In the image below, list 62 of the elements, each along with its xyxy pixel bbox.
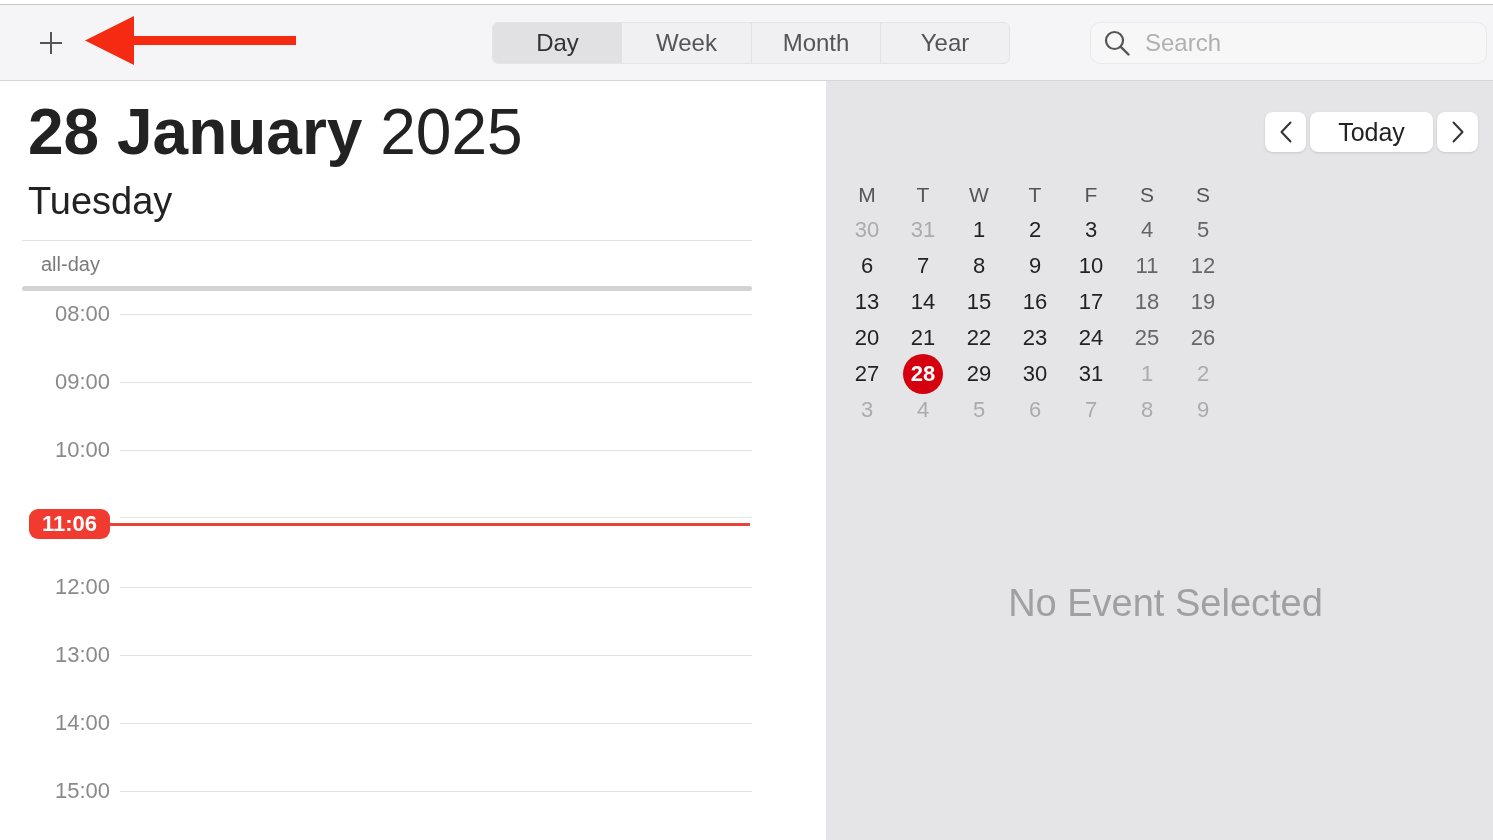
view-tab[interactable]: Week — [622, 22, 751, 63]
view-tab[interactable]: Month — [751, 22, 880, 63]
calendar-day[interactable]: 12 — [1190, 255, 1216, 277]
calendar-day[interactable]: 13 — [854, 291, 880, 313]
plus-icon — [39, 30, 63, 55]
calendar-day[interactable]: 1 — [972, 219, 986, 241]
no-event-message: No Event Selected — [1008, 584, 1323, 622]
weekday-label: S — [1196, 183, 1210, 205]
calendar-day[interactable]: 29 — [966, 363, 992, 385]
calendar-day[interactable]: 2 — [1028, 219, 1042, 241]
view-tab[interactable]: Day — [493, 22, 622, 63]
all-day-label: all-day — [41, 253, 100, 274]
calendar-day[interactable]: 8 — [972, 255, 986, 277]
hour-label: 15:00 — [53, 780, 110, 802]
view-tab[interactable]: Year — [880, 22, 1009, 63]
calendar-day[interactable]: 6 — [860, 255, 874, 277]
weekday-heading: Tuesday — [28, 182, 173, 220]
calendar-day[interactable]: 27 — [854, 363, 880, 385]
calendar-day[interactable]: 21 — [910, 327, 936, 349]
current-time-badge: 11:06 — [29, 509, 110, 539]
calendar-day[interactable]: 30 — [1022, 363, 1048, 385]
calendar-day[interactable]: 18 — [1134, 291, 1160, 313]
search-icon — [1104, 29, 1130, 56]
calendar-day[interactable]: 7 — [916, 255, 930, 277]
calendar-day[interactable]: 9 — [1028, 255, 1042, 277]
calendar-day[interactable]: 3 — [1084, 219, 1098, 241]
calendar-day[interactable]: 14 — [910, 291, 936, 313]
calendar-day[interactable]: 31 — [1078, 363, 1104, 385]
hour-label: 09:00 — [53, 371, 110, 393]
calendar-day[interactable]: 5 — [1196, 219, 1210, 241]
calendar-day[interactable]: 28 — [903, 354, 943, 394]
weekday-label: M — [858, 183, 876, 205]
calendar-day[interactable]: 10 — [1078, 255, 1104, 277]
chevron-left-icon — [1279, 121, 1292, 143]
hour-label: 12:00 — [53, 576, 110, 598]
next-button[interactable] — [1437, 112, 1478, 152]
search-field[interactable]: Search — [1090, 21, 1487, 64]
weekday-label: W — [969, 183, 989, 205]
calendar-day[interactable]: 19 — [1190, 291, 1216, 313]
calendar-day[interactable]: 16 — [1022, 291, 1048, 313]
hour-label: 10:00 — [53, 439, 110, 461]
calendar-day[interactable]: 26 — [1190, 327, 1216, 349]
calendar-day[interactable]: 15 — [966, 291, 992, 313]
calendar-day[interactable]: 24 — [1078, 327, 1104, 349]
calendar-day[interactable]: 22 — [966, 327, 992, 349]
weekday-label: T — [916, 183, 930, 205]
add-button[interactable] — [38, 29, 64, 56]
hour-label: 08:00 — [53, 303, 110, 325]
calendar-day[interactable]: 11 — [1135, 255, 1159, 277]
weekday-label: T — [1028, 183, 1042, 205]
weekday-label: S — [1140, 183, 1154, 205]
hour-label: 13:00 — [53, 644, 110, 666]
today-button[interactable]: Today — [1310, 112, 1433, 152]
previous-button[interactable] — [1265, 112, 1306, 152]
calendar-day[interactable]: 20 — [854, 327, 880, 349]
hour-label: 14:00 — [53, 712, 110, 734]
weekday-label: F — [1084, 183, 1098, 205]
chevron-right-icon — [1451, 121, 1464, 143]
calendar-day[interactable]: 4 — [1140, 219, 1154, 241]
calendar-day[interactable]: 23 — [1022, 327, 1048, 349]
calendar-day[interactable]: 25 — [1134, 327, 1160, 349]
calendar-day[interactable]: 17 — [1078, 291, 1104, 313]
